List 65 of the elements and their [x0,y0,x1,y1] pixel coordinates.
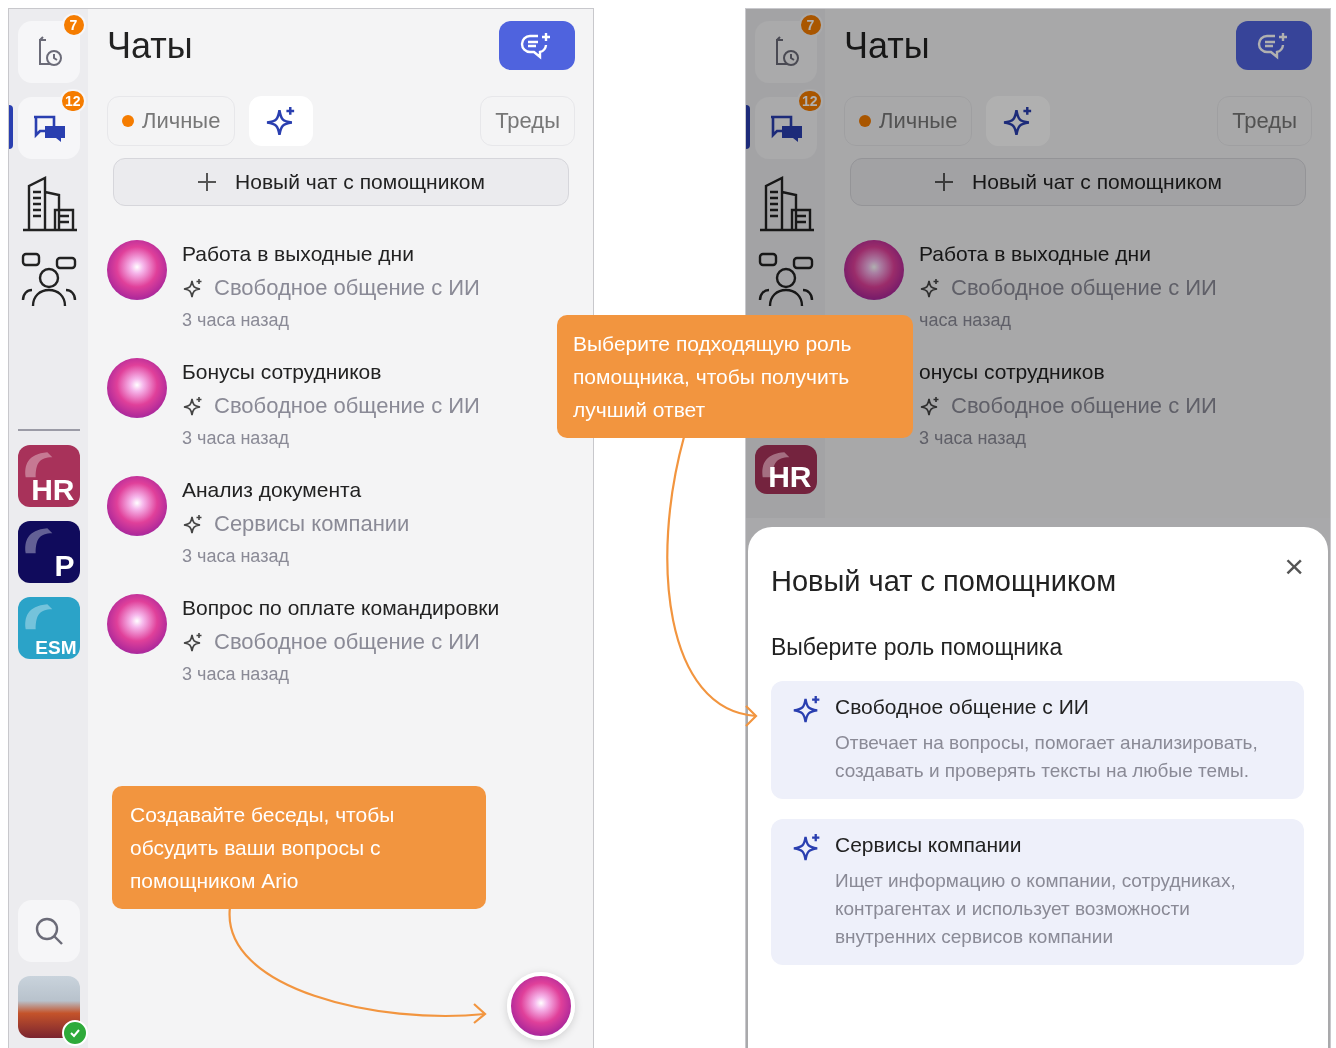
app-tile[interactable]: HR [17,445,80,507]
assistant-avatar [107,476,167,536]
close-button[interactable]: × [1284,549,1304,583]
chat-time: 3 часа назад [182,663,290,686]
chat-role: Свободное общение с ИИ [214,392,480,420]
chat-role: Сервисы компании [214,510,410,538]
assistant-avatar [107,594,167,654]
count-badge: 12 [796,89,823,113]
chat-time: 3 часа назад [182,427,290,450]
sparkle-icon [919,395,941,417]
sparkle-icon [182,631,204,653]
chat-time: 3 часа назад [182,545,290,568]
role-option[interactable]: Сервисы компании Ищет информацию о компании, сотрудниках, контрагентах и использует возможности внутренних сервисов компании [771,819,1304,965]
tab[interactable]: Личные [107,96,236,146]
app-tile[interactable]: P [17,521,80,583]
role-option[interactable]: Свободное общение с ИИ Отвечает на вопросы, помогает анализировать, создавать и проверять тексты на любые темы. [771,681,1304,799]
plus-icon [934,172,955,192]
role-title: Сервисы компании [835,832,1023,858]
search-button[interactable] [17,900,80,962]
new-chat-button[interactable] [1236,21,1312,70]
sidebar-item[interactable] [17,97,80,159]
chat-role: Свободное общение с ИИ [951,274,1217,302]
role-description: Ищет информацию о компании, сотрудниках, контрагентах и использует возможности внутренних сервисов компании [835,869,1237,949]
tab[interactable] [249,96,314,146]
app-tile[interactable]: HR [754,445,817,494]
chat-role: Свободное общение с ИИ [214,274,480,302]
chat-role: Свободное общение с ИИ [214,628,480,656]
chat-title: Вопрос по оплате командировки [182,595,500,621]
chat-title: Работа в выходные дни [182,241,415,267]
role-description: Отвечает на вопросы, помогает анализировать, создавать и проверять тексты на любые темы. [835,731,1259,783]
chat-title: Работа в выходные дни [919,241,1152,267]
tab[interactable]: Треды [480,96,575,146]
assistant-avatar [107,358,167,418]
dialog-subtitle: Выберите роль помощника [771,634,1064,661]
new-assistant-chat-button[interactable]: Новый чат с помощником [850,158,1306,206]
plus-icon [197,172,218,192]
hint-tooltip: Создавайте беседы, чтобы обсудить ваши вопросы с помощником Ario [112,786,486,909]
chat-title: онусы сотрудников [919,359,1106,385]
sparkle-icon [182,395,204,417]
role-title: Свободное общение с ИИ [835,694,1090,720]
chat-role: Свободное общение с ИИ [951,392,1217,420]
chat-title: Анализ документа [182,477,363,503]
count-badge: 7 [61,13,86,37]
assistant-avatar [844,240,904,300]
page-title: Чаты [844,24,930,67]
hint-tooltip: Выберите подходящую роль помощника, чтобы получить лучший ответ [557,315,913,438]
sparkle-icon [919,277,941,299]
count-badge: 12 [59,89,86,113]
chat-time: часа назад [919,309,1012,332]
count-badge: 7 [798,13,823,37]
dialog-title: Новый чат с помощником [771,565,1117,598]
profile-photo-placeholder[interactable] [17,976,80,1038]
tab[interactable] [986,96,1051,146]
chat-time: 3 часа назад [182,309,290,332]
chat-title: Бонусы сотрудников [182,359,383,385]
chat-item[interactable]: Вопрос по оплате командировки Свободное общение с ИИ 3 часа назад [107,594,575,686]
sparkle-icon [182,277,204,299]
sparkle-icon [182,513,204,535]
chat-time: 3 часа назад [919,427,1027,450]
new-assistant-chat-button[interactable]: Новый чат с помощником [113,158,569,206]
new-chat-button[interactable] [499,21,575,70]
page-title: Чаты [107,24,193,67]
chat-item[interactable]: Анализ документа Сервисы компании 3 часа назад [107,476,575,568]
assistant-button[interactable] [507,972,575,1040]
assistant-avatar [107,240,167,300]
